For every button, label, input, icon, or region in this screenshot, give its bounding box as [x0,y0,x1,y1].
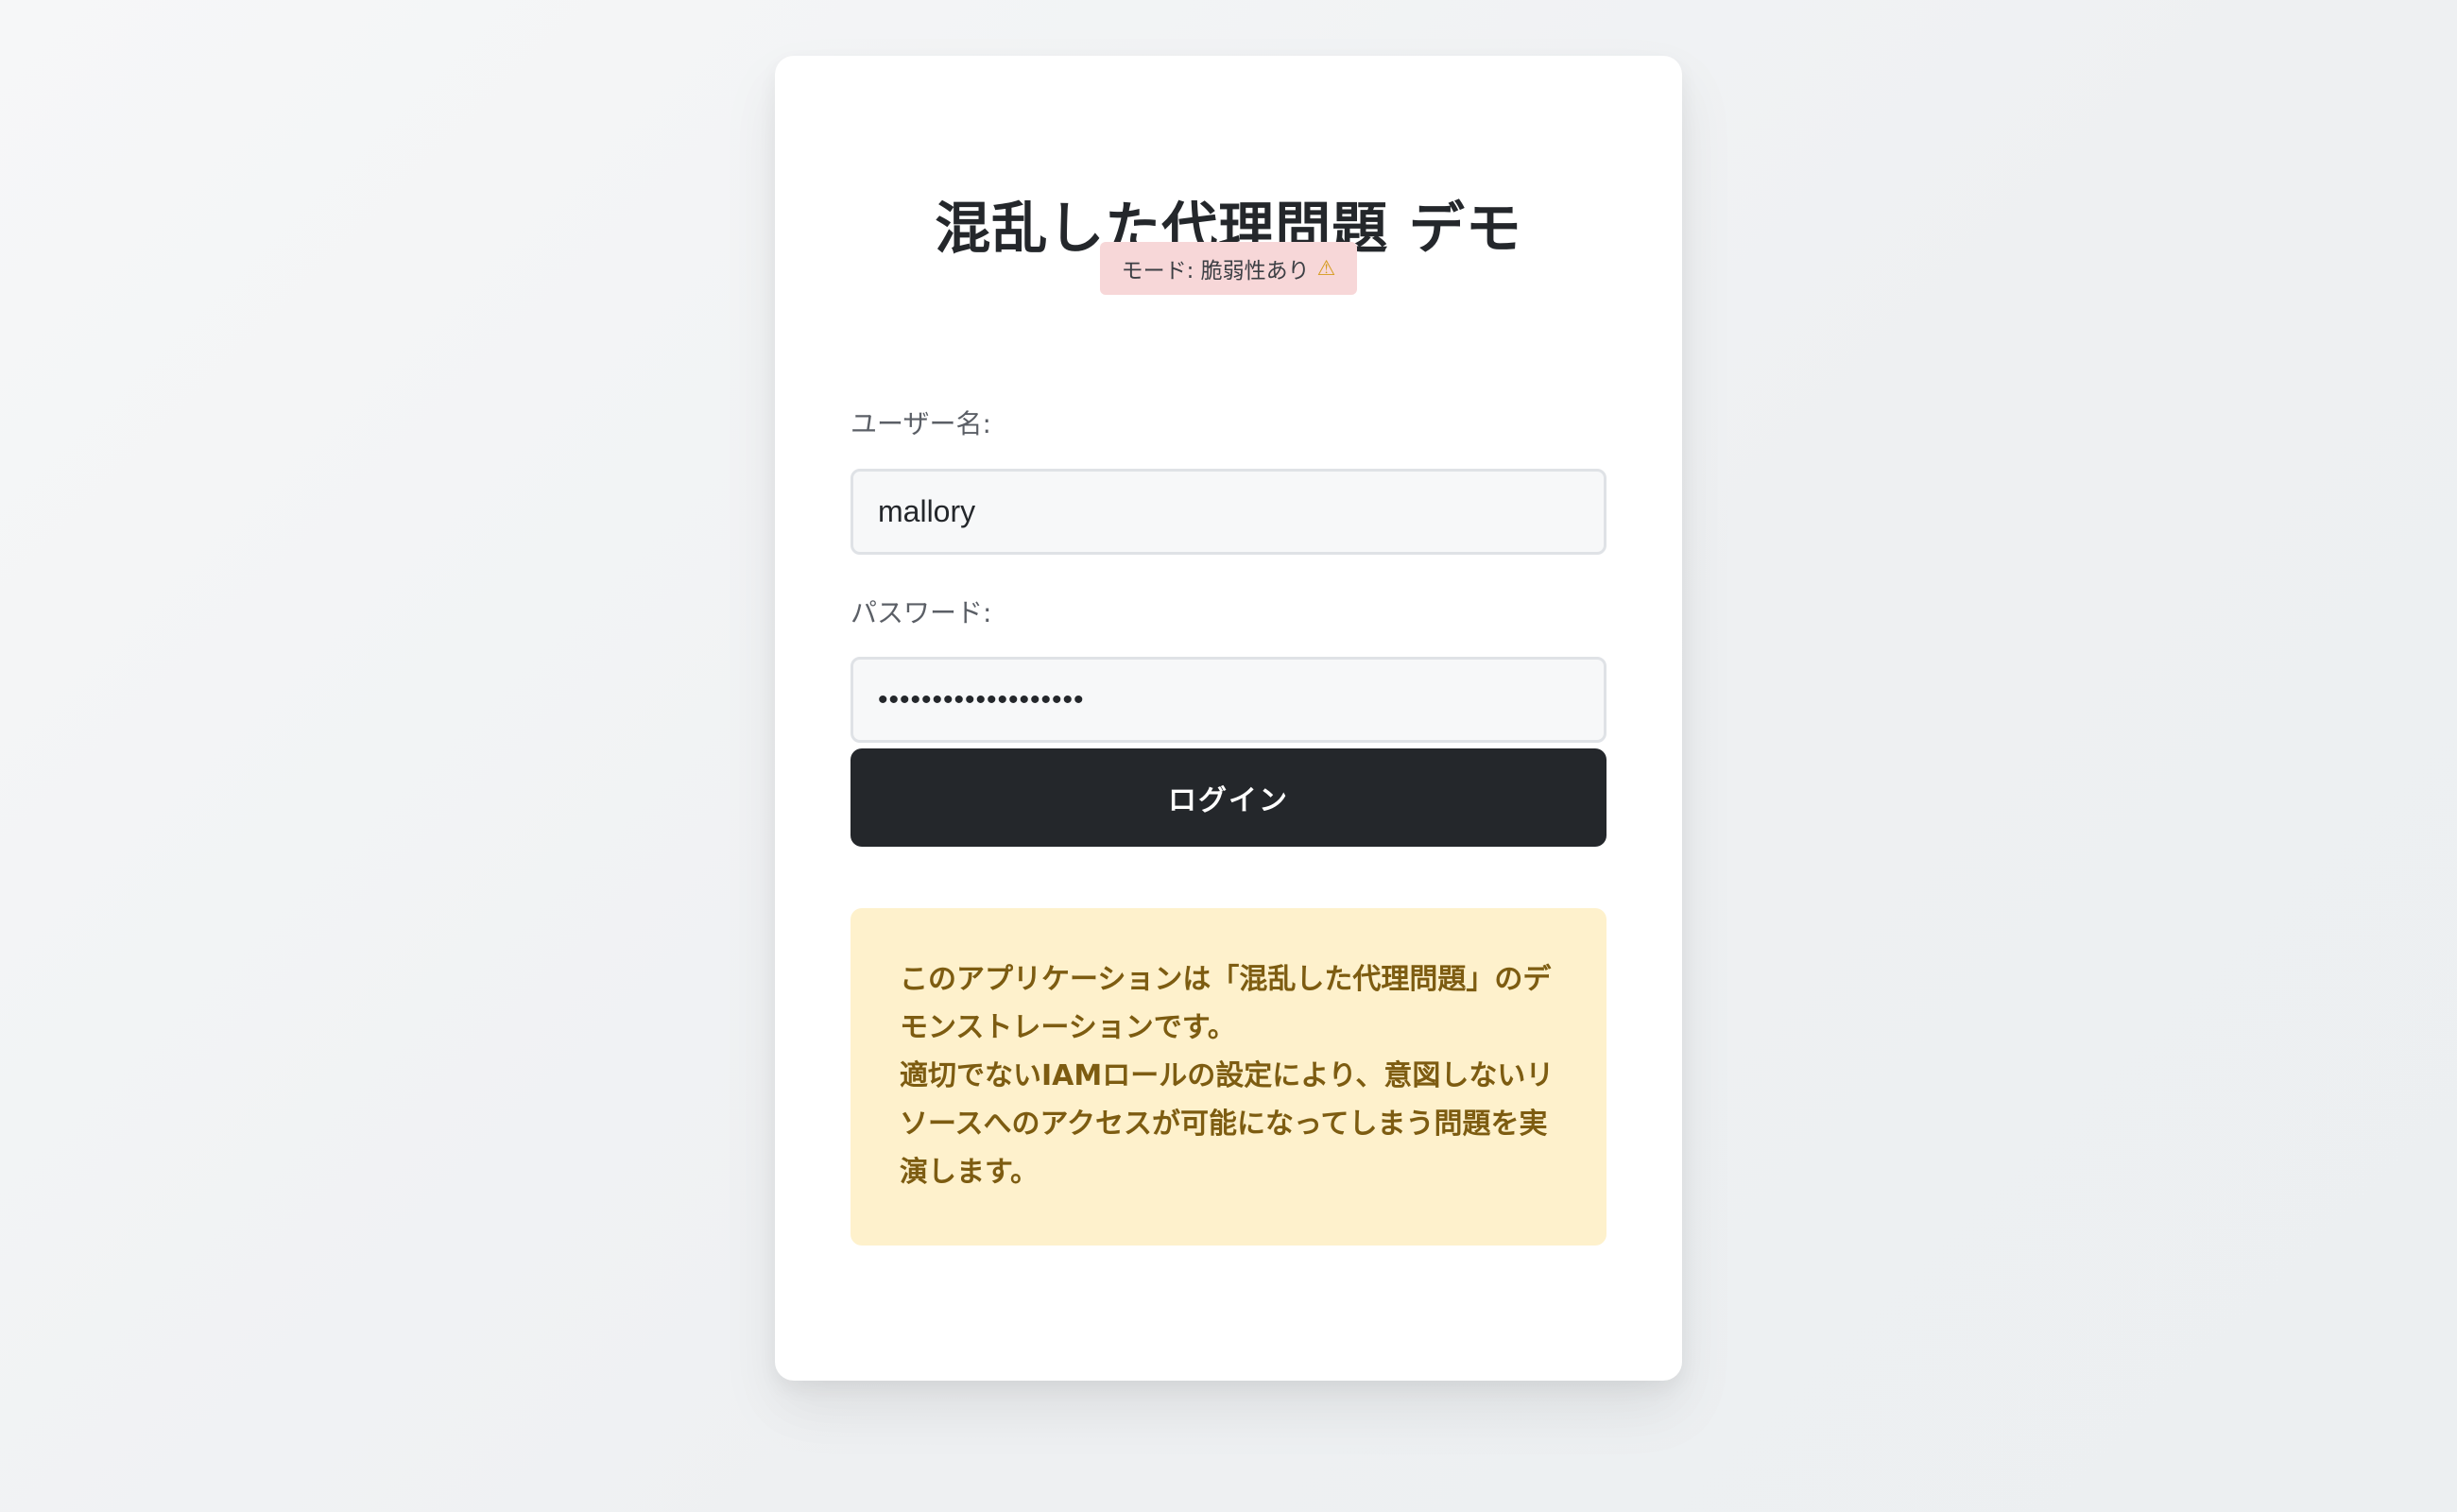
warning-icon: ⚠ [1316,256,1336,281]
info-text-line2: 適切でないIAMロールの設定により、意図しないリソースへのアクセスが可能になって… [900,1059,1555,1189]
mode-badge: モード: 脆弱性あり ⚠ [1100,242,1357,295]
info-text-line1: このアプリケーションは「混乱した代理問題」のデモンストレーションです。 [900,963,1552,1044]
login-card: 混乱した代理問題 デモ モード: 脆弱性あり ⚠ ユーザー名: パスワード: ロ… [775,56,1682,1381]
username-input[interactable] [850,469,1606,555]
login-button[interactable]: ログイン [850,748,1606,847]
mode-badge-text: モード: 脆弱性あり [1121,259,1310,284]
password-input[interactable] [850,657,1606,743]
password-label: パスワード: [850,597,992,628]
username-label: ユーザー名: [850,408,991,439]
info-box: このアプリケーションは「混乱した代理問題」のデモンストレーションです。 適切でな… [850,908,1606,1246]
